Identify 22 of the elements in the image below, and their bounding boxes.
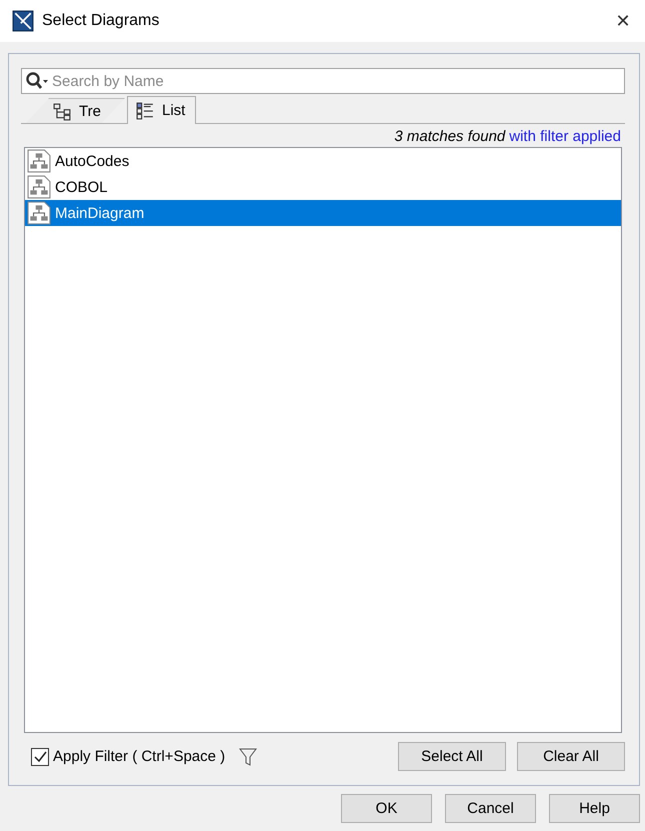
list-button[interactable]: Clear All (517, 742, 625, 771)
dialog-button[interactable]: Cancel (445, 794, 536, 823)
apply-filter-checkbox[interactable]: Apply Filter ( Ctrl+Space ) (31, 748, 226, 766)
list-item[interactable]: AutoCodes (25, 148, 621, 174)
window-title: Select Diagrams (42, 12, 160, 30)
app-logo-icon (12, 10, 34, 32)
list-button[interactable]: Select All (398, 742, 506, 771)
dialog-button[interactable]: OK (341, 794, 432, 823)
list-item[interactable]: MainDiagram (25, 200, 621, 226)
match-count: 3 matches found (394, 128, 506, 145)
filter-note: with filter applied (509, 128, 621, 145)
checkmark-icon (32, 748, 48, 764)
filter-icon[interactable] (239, 748, 258, 766)
diagram-icon (27, 175, 51, 199)
tab[interactable]: List (127, 96, 196, 124)
dialog-button[interactable]: Help (549, 794, 640, 823)
diagram-icon (27, 201, 51, 225)
tree-icon (53, 102, 71, 120)
list-icon (136, 102, 154, 120)
search-field[interactable]: Search by Name (21, 68, 625, 94)
list-item[interactable]: COBOL (25, 174, 621, 200)
tab[interactable]: Tre (25, 98, 125, 124)
